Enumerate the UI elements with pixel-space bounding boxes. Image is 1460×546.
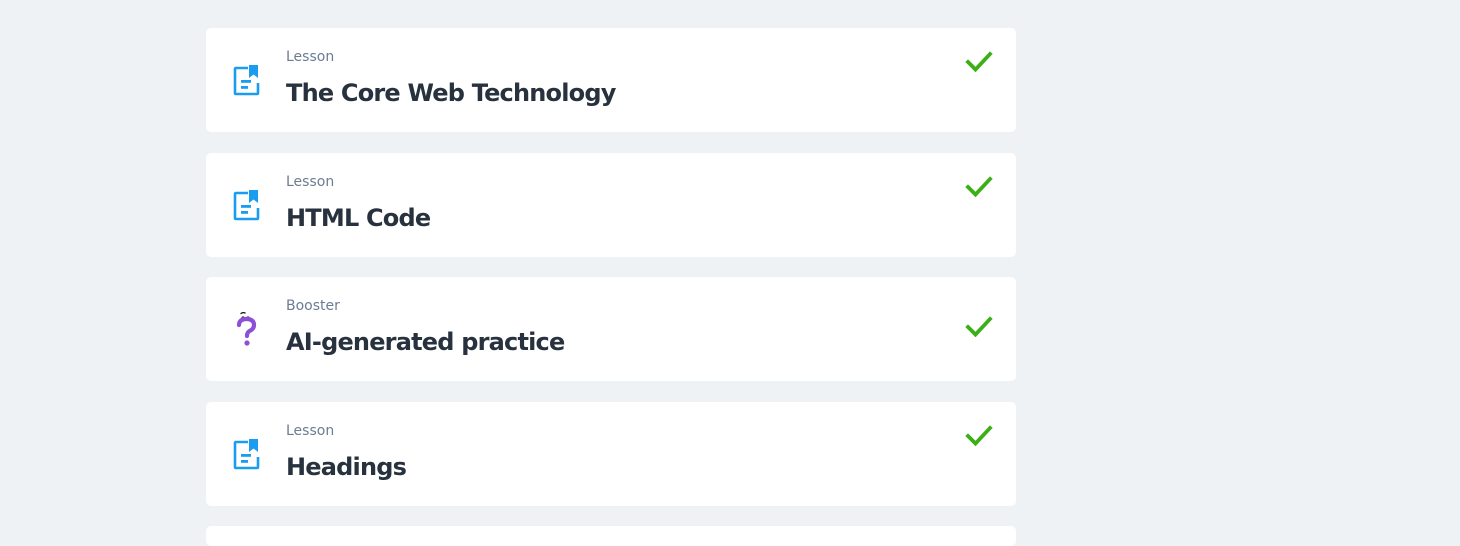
lesson-document-icon [233,65,260,96]
item-kind-label: Lesson [286,49,335,65]
checkmark-icon [965,316,993,338]
item-title: Headings [286,452,407,481]
lesson-document-icon [233,189,260,220]
lesson-card[interactable]: Lesson HTML Code [206,152,1016,257]
item-title: AI-generated practice [286,328,565,356]
booster-question-icon [236,312,257,346]
item-kind-label: Lesson [286,173,335,190]
checkmark-icon [965,175,993,197]
checkmark-icon [965,424,993,446]
lesson-card[interactable]: Lesson Headings [206,401,1016,506]
checkmark-icon [965,51,993,73]
item-title: HTML Code [286,203,431,232]
item-kind-label: Booster [286,298,340,314]
course-item-list: Lesson The Core Web Technology Lesson HT… [206,28,1016,526]
lesson-card[interactable]: Lesson The Core Web Technology [206,28,1016,132]
lesson-document-icon [233,438,260,469]
booster-card[interactable]: Booster AI-generated practice [206,277,1016,381]
item-title: The Core Web Technology [286,79,616,107]
item-kind-label: Lesson [286,422,335,439]
next-card-partial[interactable] [206,526,1016,546]
